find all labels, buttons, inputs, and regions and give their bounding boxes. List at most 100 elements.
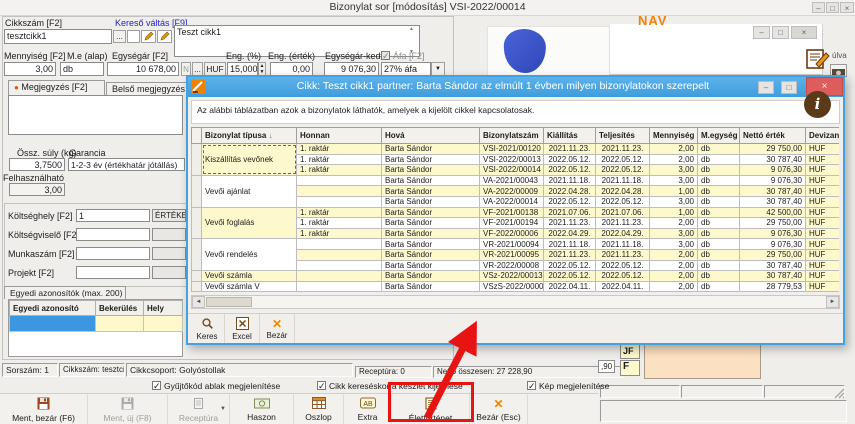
table-cell[interactable]: db [698,249,740,260]
table-cell[interactable]: 3,00 [650,239,698,250]
eng-ertek-input[interactable]: 0,00 [270,62,313,76]
kereses-checkbox[interactable]: ✓ [317,381,326,390]
table-cell[interactable]: 1. raktár [297,207,382,218]
table-cell[interactable]: 1. raktár [297,218,382,229]
close-icon[interactable]: × [840,2,854,13]
bg-close-icon[interactable]: × [791,26,817,39]
table-cell[interactable]: Barta Sándor [382,196,480,207]
table-cell[interactable]: 30 787,40 [740,271,806,282]
blank-button[interactable] [127,30,140,43]
table-cell[interactable]: 2022.05.12. [596,154,650,165]
table-cell[interactable]: VF-2022/00006 [480,228,544,239]
table-cell[interactable]: 3,00 [650,196,698,207]
munkaszam-input[interactable] [76,247,150,260]
table-cell[interactable] [297,281,382,292]
afa-dropdown-icon[interactable]: ▼ [431,62,445,76]
afa-combobox[interactable]: 27% áfa [381,62,431,76]
table-cell[interactable]: db [698,175,740,186]
row-indicator-cell[interactable] [192,207,202,239]
table-cell[interactable]: db [698,196,740,207]
currency-lookup-button[interactable]: ... [192,62,203,76]
tab-megjegyzes[interactable]: ● Megjegyzés [F2] [8,80,105,95]
column-header[interactable]: Hová [382,128,480,144]
popup-horizontal-scrollbar[interactable]: ◄ ► [191,295,840,309]
table-cell[interactable]: Barta Sándor [382,207,480,218]
table-cell[interactable]: Barta Sándor [382,186,480,197]
table-cell[interactable]: 2022.05.12. [544,196,596,207]
table-cell[interactable] [297,186,382,197]
table-cell[interactable]: 2022.05.12. [596,271,650,282]
table-cell[interactable]: 3,00 [650,165,698,176]
edit-note-icon[interactable] [806,48,830,75]
cikkszam-input[interactable]: tesztcikk1 [4,29,112,44]
table-cell[interactable]: 1,00 [650,186,698,197]
table-cell[interactable]: 2022.05.12. [544,260,596,271]
table-cell[interactable]: HUF [806,281,840,292]
table-cell[interactable]: 2021.11.18. [544,239,596,250]
table-cell[interactable]: db [698,165,740,176]
table-cell[interactable]: 9 076,30 [740,239,806,250]
table-cell[interactable]: VF-2021/00138 [480,207,544,218]
afa-checkbox[interactable]: ✓ [381,51,390,60]
egyedi-col-header[interactable]: Hely [144,301,183,316]
table-cell[interactable]: db [698,228,740,239]
table-cell[interactable]: db [698,207,740,218]
eng-pct-spinner[interactable]: ▲▼ [258,62,266,76]
egyedi-col-header[interactable]: Bekerülés [96,301,144,316]
table-cell[interactable]: VSz-2022/00013 [480,271,544,282]
table-cell[interactable]: db [698,271,740,282]
table-cell[interactable] [297,239,382,250]
tab-belso-megjegyzes[interactable]: Belső megjegyzés [F2] [106,82,198,95]
table-cell[interactable]: db [698,260,740,271]
kedv-input[interactable]: 9 076,30 [324,62,379,76]
table-cell[interactable]: 29 750,00 [740,249,806,260]
table-cell[interactable]: Barta Sándor [382,249,480,260]
table-cell[interactable]: 2021.11.23. [596,249,650,260]
minimize-icon[interactable]: – [812,2,825,13]
table-cell[interactable]: VR-2021/00095 [480,249,544,260]
toolbar-button-profit[interactable]: Haszon [230,394,294,424]
row-indicator-cell[interactable] [192,281,202,292]
table-cell[interactable]: HUF [806,186,840,197]
table-cell[interactable]: 1. raktár [297,165,382,176]
table-cell[interactable]: Barta Sándor [382,144,480,155]
table-cell[interactable]: 2022.05.12. [544,165,596,176]
scroll-left-icon[interactable]: ◄ [192,296,205,308]
table-cell[interactable]: VSI-2022/00014 [480,165,544,176]
table-cell[interactable]: 2021.11.23. [544,144,596,155]
table-cell[interactable]: 9 076,30 [740,175,806,186]
table-cell[interactable]: 3,00 [650,175,698,186]
ossz-suly-input[interactable]: 3,7500 [9,158,65,171]
table-cell[interactable] [297,249,382,260]
bg-maximize-icon[interactable]: □ [772,26,789,39]
toolbar-button-close[interactable]: ✕Bezár (Esc) [470,394,528,424]
maximize-icon[interactable]: □ [826,2,839,13]
table-cell[interactable]: Barta Sándor [382,175,480,186]
garancia-combobox[interactable]: 1-2-3 év (értékhatár jótállás) [68,158,185,171]
table-cell[interactable]: HUF [806,239,840,250]
table-cell[interactable]: 2021.11.23. [544,218,596,229]
table-cell[interactable]: 2,00 [650,260,698,271]
column-header[interactable]: Kiállítás [544,128,596,144]
table-cell[interactable]: 2022.04.11. [596,281,650,292]
table-row[interactable]: Vevői rendelésBarta SándorVR-2021/000942… [192,239,840,250]
table-row[interactable]: Kiszállítás vevőnek1. raktárBarta Sándor… [192,144,840,155]
table-cell[interactable]: 28 779,53 [740,281,806,292]
koltsegviselo-input[interactable] [76,228,150,241]
row-indicator-cell[interactable] [192,144,202,176]
popup-minimize-icon[interactable]: – [758,81,774,94]
n-button[interactable]: N [181,62,191,76]
egyedi-col-header[interactable]: Egyedi azonosító [10,301,96,316]
table-cell[interactable]: 9 076,30 [740,228,806,239]
column-header[interactable]: Honnan [297,128,382,144]
table-cell[interactable]: HUF [806,207,840,218]
table-cell[interactable]: 2,00 [650,281,698,292]
bizonylat-tipus-cell[interactable]: Kiszállítás vevőnek [202,144,297,176]
memo-scroll-down-icon[interactable]: ▼ [409,49,414,55]
bizonylat-tipus-cell[interactable]: Vevői számla V [202,281,297,292]
koltseghely-input[interactable]: 1 [76,209,150,222]
table-cell[interactable]: 2022.05.12. [544,271,596,282]
table-cell[interactable]: 1,00 [650,207,698,218]
bizonylat-tipus-cell[interactable]: Vevői foglalás [202,207,297,239]
table-cell[interactable]: VF-2021/00194 [480,218,544,229]
